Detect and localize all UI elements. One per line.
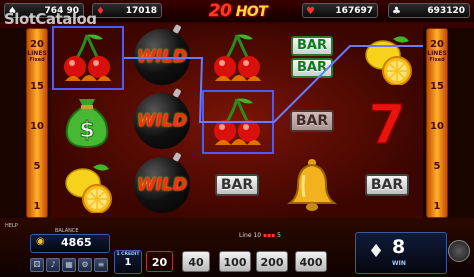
diamond-icon: ♦	[96, 6, 105, 17]
seven-icon: 7	[367, 93, 406, 149]
grid-icon[interactable]: ▦	[62, 258, 76, 272]
win-label: WIN	[392, 260, 406, 267]
line-info-wild-marks: ▪▪▪	[263, 232, 276, 239]
jackpot-club: ♣ 693120	[388, 3, 470, 18]
balance-value: 4865	[61, 236, 92, 249]
spin-button[interactable]	[448, 240, 470, 262]
right-mark-1: 1	[433, 201, 441, 212]
balance-display: ◉ 4865	[30, 234, 110, 253]
bar-label: BAR	[289, 110, 335, 132]
wild-label: WILD	[136, 111, 188, 131]
help-label: HELP	[5, 223, 18, 229]
jackpot-diamond: ♦ 17018	[92, 3, 162, 18]
seven-label: 7	[368, 93, 406, 149]
credit-value: 1	[124, 257, 132, 268]
bet-button-200[interactable]: 200	[256, 251, 288, 272]
bar-label: BAR	[291, 36, 333, 56]
wild-label: WILD	[136, 47, 188, 67]
win-value: 8	[392, 236, 406, 258]
bar-symbol: BAR	[277, 90, 347, 152]
win-highlight-frame	[52, 26, 124, 90]
lemon-icon	[365, 36, 412, 85]
jackpot-club-value: 693120	[427, 6, 465, 16]
double-bar-symbol: BAR BAR	[277, 26, 347, 88]
left-lines-fixed: Fixed	[29, 57, 45, 63]
bet-button-400[interactable]: 400	[295, 251, 327, 272]
jackpot-heart-value: 167697	[335, 6, 373, 16]
bar-label: BAR	[364, 174, 410, 196]
lemon-icon	[65, 164, 112, 213]
left-mark-5: 5	[33, 161, 41, 172]
wild-symbol: WILD	[127, 26, 197, 88]
sound-icon[interactable]: ♪	[46, 258, 60, 272]
dollar-label: $	[79, 118, 94, 143]
left-mark-10: 10	[30, 121, 44, 132]
win-highlight-frame	[202, 90, 274, 154]
dice-icon[interactable]: ⚄	[30, 258, 44, 272]
bomb-icon: WILD	[134, 93, 190, 149]
credit-selector[interactable]: 1 CREDIT 1	[114, 250, 142, 274]
coins-icon: ◉	[36, 236, 45, 247]
wild-symbol: WILD	[127, 154, 197, 216]
line-info: Line 10 ▪▪▪ 5	[200, 232, 320, 242]
cherries-symbol	[202, 26, 272, 88]
bar-label: BAR	[291, 58, 333, 78]
left-lines-count: 20	[30, 39, 44, 50]
diamond-win-icon: ♦	[368, 241, 385, 262]
bar-symbol: BAR	[202, 154, 272, 216]
right-lines-panel: 20 LINES Fixed 15 10 5 1	[426, 28, 448, 218]
right-mark-10: 10	[430, 121, 444, 132]
wild-symbol: WILD	[127, 90, 197, 152]
bell-symbol	[277, 154, 347, 216]
reel-4: BAR BAR BAR	[275, 24, 349, 218]
settings-icon[interactable]: ⚙	[78, 258, 92, 272]
lemon-symbol	[52, 154, 122, 216]
right-lines-label: LINES	[427, 50, 447, 57]
game-logo: 20 HOT BLAST	[188, 1, 288, 40]
money-bag-symbol: $	[52, 90, 122, 152]
left-mark-15: 15	[30, 81, 44, 92]
jackpot-heart: ♥ 167697	[302, 3, 378, 18]
wild-label: WILD	[136, 175, 188, 195]
right-mark-15: 15	[430, 81, 444, 92]
left-lines-panel: 20 LINES Fixed 15 10 5 1	[26, 28, 48, 218]
cherries-icon	[214, 34, 261, 81]
bet-button-20[interactable]: 20	[146, 251, 173, 272]
win-display: ♦ 8 WIN	[355, 232, 447, 274]
reel-5: 7 BAR	[350, 24, 424, 218]
heart-icon: ♥	[306, 6, 315, 17]
logo-number: 20	[208, 1, 232, 21]
bomb-icon: WILD	[134, 157, 190, 213]
jackpot-diamond-value: 17018	[125, 6, 157, 16]
line-info-label: Line 10	[239, 232, 262, 239]
menu-icon[interactable]: ≡	[94, 258, 108, 272]
bomb-icon: WILD	[134, 29, 190, 85]
club-icon: ♣	[392, 6, 401, 17]
lemon-symbol	[352, 26, 422, 88]
bar-symbol: BAR	[352, 154, 422, 216]
left-mark-1: 1	[33, 201, 41, 212]
money-bag-icon: $	[65, 99, 109, 149]
bell-icon	[287, 159, 337, 211]
left-lines-label: LINES	[27, 50, 47, 57]
bet-button-100[interactable]: 100	[219, 251, 251, 272]
seven-symbol: 7	[352, 90, 422, 152]
line-info-payout: 5	[277, 232, 281, 239]
reel-area: $ WILD WILD WILD BAR BAR BAR BAR 7 BAR	[50, 24, 423, 218]
right-lines-count: 20	[430, 39, 444, 50]
reel-2: WILD WILD WILD	[125, 24, 199, 218]
right-mark-5: 5	[433, 161, 441, 172]
right-lines-fixed: Fixed	[429, 57, 445, 63]
bar-label: BAR	[214, 174, 260, 196]
bet-button-40[interactable]: 40	[182, 251, 210, 272]
